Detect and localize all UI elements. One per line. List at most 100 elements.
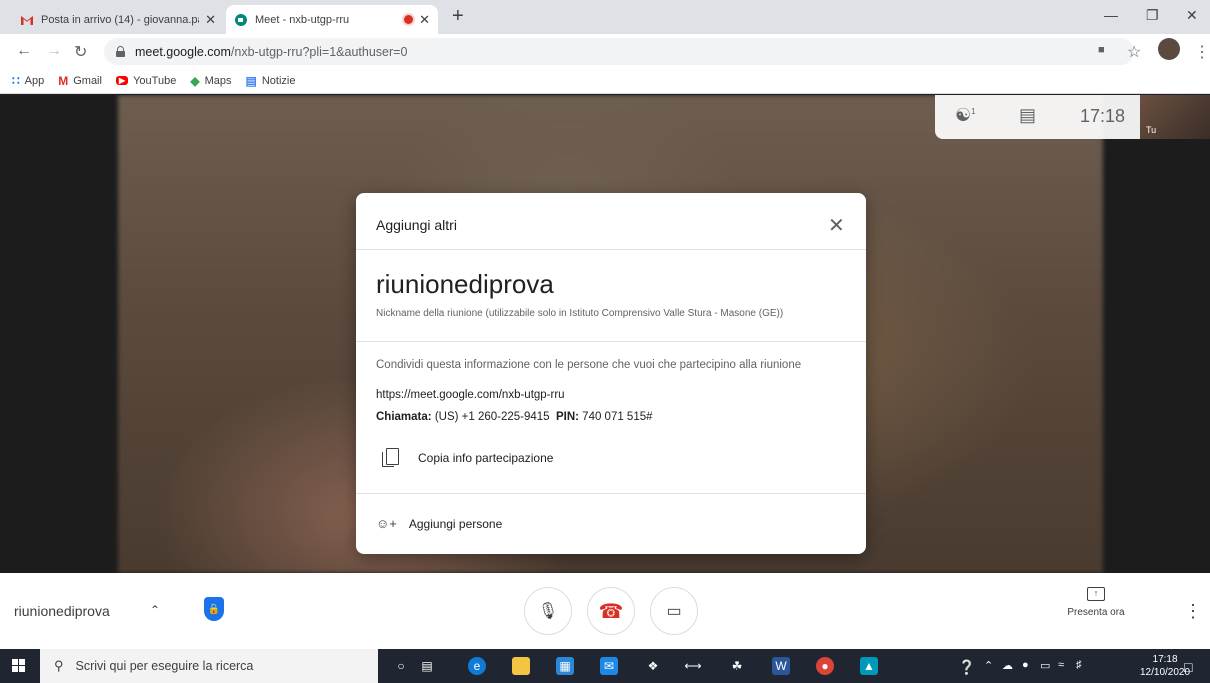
edge-icon[interactable]: e bbox=[468, 657, 486, 675]
address-bar[interactable]: meet.google.com/nxb-utgp-rru?pli=1&authu… bbox=[104, 38, 1134, 65]
photos-icon[interactable]: ▲ bbox=[860, 657, 878, 675]
paint-icon[interactable]: ☘ bbox=[728, 657, 746, 675]
meeting-link[interactable]: https://meet.google.com/nxb-utgp-rru bbox=[376, 389, 565, 401]
copy-icon bbox=[382, 448, 400, 468]
close-window-icon[interactable]: ✕ bbox=[1186, 7, 1198, 24]
notification-icon[interactable]: □ bbox=[1184, 659, 1192, 675]
meeting-details-name[interactable]: riunionediprova bbox=[14, 603, 110, 619]
hang-up-icon: ☎ bbox=[598, 600, 624, 623]
divider bbox=[356, 493, 866, 494]
bookmark-youtube[interactable]: ▶ YouTube bbox=[115, 74, 177, 87]
self-view-thumbnail[interactable]: Tu bbox=[1140, 95, 1210, 139]
chat-icon[interactable]: ▤ bbox=[1019, 105, 1036, 126]
cortana-icon[interactable]: ○ bbox=[392, 657, 410, 675]
taskbar-date: 12/10/2020 bbox=[1140, 667, 1191, 678]
star-icon[interactable]: ☆ bbox=[1127, 42, 1141, 62]
bookmark-label: App bbox=[24, 74, 45, 87]
help-icon[interactable]: ❔ bbox=[958, 659, 975, 676]
usb-icon[interactable]: ● bbox=[1022, 659, 1029, 671]
browser-tab-strip: Posta in arrivo (14) - giovanna.pa ✕ Mee… bbox=[0, 0, 1210, 34]
present-now-button[interactable]: ↑ Presenta ora bbox=[1062, 587, 1130, 618]
participants-icon[interactable]: ☯1 bbox=[955, 105, 976, 126]
tab-close-icon[interactable]: ✕ bbox=[419, 12, 430, 28]
hang-up-button[interactable]: ☎ bbox=[587, 587, 635, 635]
microphone-button[interactable]: 🎙 bbox=[524, 587, 572, 635]
pin-value: 740 071 515# bbox=[582, 411, 653, 423]
windows-start-icon[interactable] bbox=[12, 659, 26, 673]
taskbar-search-box[interactable]: ⚲ Scrivi qui per eseguire la ricerca bbox=[40, 649, 378, 683]
file-explorer-icon[interactable] bbox=[512, 657, 530, 675]
onedrive-icon[interactable]: ☁ bbox=[1002, 659, 1013, 672]
call-label: Chiamata: bbox=[376, 411, 432, 423]
present-screen-icon: ↑ bbox=[1087, 587, 1105, 601]
lock-icon bbox=[116, 46, 125, 57]
search-placeholder: Scrivi qui per eseguire la ricerca bbox=[75, 659, 254, 673]
security-shield-icon[interactable]: 🔒 bbox=[204, 597, 224, 621]
more-options-icon[interactable]: ⋮ bbox=[1184, 601, 1202, 622]
chevron-up-icon[interactable]: ⌃ bbox=[150, 603, 160, 617]
bookmark-label: YouTube bbox=[133, 74, 177, 87]
dropbox-icon[interactable]: ❖ bbox=[644, 657, 662, 675]
bookmark-label: Gmail bbox=[73, 74, 102, 87]
windows-taskbar: ⚲ Scrivi qui per eseguire la ricerca ○ ▤… bbox=[0, 649, 1210, 683]
mail-icon[interactable]: ✉ bbox=[600, 657, 618, 675]
person-add-icon: ☺+ bbox=[376, 516, 397, 531]
menu-kebab-icon[interactable]: ⋮ bbox=[1194, 42, 1210, 62]
restore-icon[interactable]: ❐ bbox=[1146, 7, 1159, 24]
battery-icon[interactable]: ▭ bbox=[1040, 659, 1050, 672]
tab-meet[interactable]: Meet - nxb-utgp-rru ✕ bbox=[226, 5, 438, 34]
bookmark-maps[interactable]: ◆ Maps bbox=[190, 74, 231, 88]
task-view-icon[interactable]: ▤ bbox=[418, 657, 436, 675]
reload-icon[interactable]: ↻ bbox=[74, 42, 87, 62]
url-path: /nxb-utgp-rru?pli=1&authuser=0 bbox=[230, 44, 408, 59]
video-camera-icon: ▭ bbox=[666, 603, 682, 620]
camera-icon[interactable]: ■ bbox=[1098, 44, 1105, 56]
meet-clock: 17:18 bbox=[1080, 106, 1126, 126]
close-icon[interactable]: ✕ bbox=[828, 213, 845, 238]
profile-avatar[interactable] bbox=[1158, 38, 1180, 60]
call-number: (US) +1 260-225-9415 bbox=[434, 411, 550, 423]
tab-gmail[interactable]: Posta in arrivo (14) - giovanna.pa ✕ bbox=[12, 5, 224, 34]
bookmarks-bar: ∷ App M Gmail ▶ YouTube ◆ Maps ▤ Notizie bbox=[0, 68, 1210, 94]
url-host: meet.google.com bbox=[135, 44, 231, 59]
wifi-icon[interactable]: ≈ bbox=[1058, 659, 1064, 671]
nickname-note: Nickname della riunione (utilizzabile so… bbox=[376, 308, 784, 319]
news-icon: ▤ bbox=[245, 73, 257, 88]
self-label: Tu bbox=[1146, 125, 1157, 135]
bookmark-app[interactable]: ∷ App bbox=[12, 74, 44, 88]
taskbar-time: 17:18 bbox=[1152, 654, 1178, 665]
bookmark-label: Maps bbox=[204, 74, 232, 87]
back-icon[interactable]: ← bbox=[16, 42, 32, 60]
minimize-icon[interactable]: — bbox=[1104, 7, 1118, 23]
divider bbox=[356, 341, 866, 342]
share-info-text: Condividi questa informazione con le per… bbox=[376, 359, 802, 371]
meeting-name: riunionediprova bbox=[376, 269, 554, 299]
app-icon[interactable]: ⟷ bbox=[684, 657, 702, 675]
forward-icon[interactable]: → bbox=[46, 42, 62, 60]
copy-join-info-button[interactable]: Copia info partecipazione bbox=[382, 448, 553, 468]
chrome-icon[interactable]: ● bbox=[816, 657, 834, 675]
meet-icon bbox=[235, 13, 247, 26]
gmail-icon bbox=[21, 15, 33, 25]
bookmark-notizie[interactable]: ▤ Notizie bbox=[245, 74, 295, 88]
chevron-up-icon[interactable]: ⌃ bbox=[984, 659, 993, 672]
apps-grid-icon: ∷ bbox=[12, 73, 20, 88]
meet-bottom-bar: riunionediprova ⌃ 🔒 🎙 ☎ ▭ ↑ Presenta ora… bbox=[0, 573, 1210, 649]
camera-button[interactable]: ▭ bbox=[650, 587, 698, 635]
divider bbox=[356, 249, 866, 250]
recording-icon bbox=[404, 15, 414, 24]
add-people-button[interactable]: ☺+ Aggiungi persone bbox=[376, 516, 502, 531]
store-icon[interactable]: ▦ bbox=[556, 657, 574, 675]
microphone-icon: 🎙 bbox=[537, 603, 559, 620]
tab-close-icon[interactable]: ✕ bbox=[205, 12, 216, 28]
volume-icon[interactable]: ♯ bbox=[1076, 659, 1082, 671]
add-others-dialog: Aggiungi altri ✕ riunionediprova Nicknam… bbox=[356, 193, 866, 554]
search-icon: ⚲ bbox=[54, 658, 64, 673]
meet-top-right-panel: ☯1 ▤ 17:18 Tu bbox=[935, 95, 1210, 139]
word-icon[interactable]: W bbox=[772, 657, 790, 675]
bookmark-gmail[interactable]: M Gmail bbox=[58, 74, 102, 88]
new-tab-button[interactable]: + bbox=[452, 5, 464, 28]
bookmark-label: Notizie bbox=[261, 74, 296, 87]
gmail-icon: M bbox=[58, 73, 69, 88]
system-clock[interactable]: 17:18 12/10/2020 bbox=[1140, 653, 1190, 679]
